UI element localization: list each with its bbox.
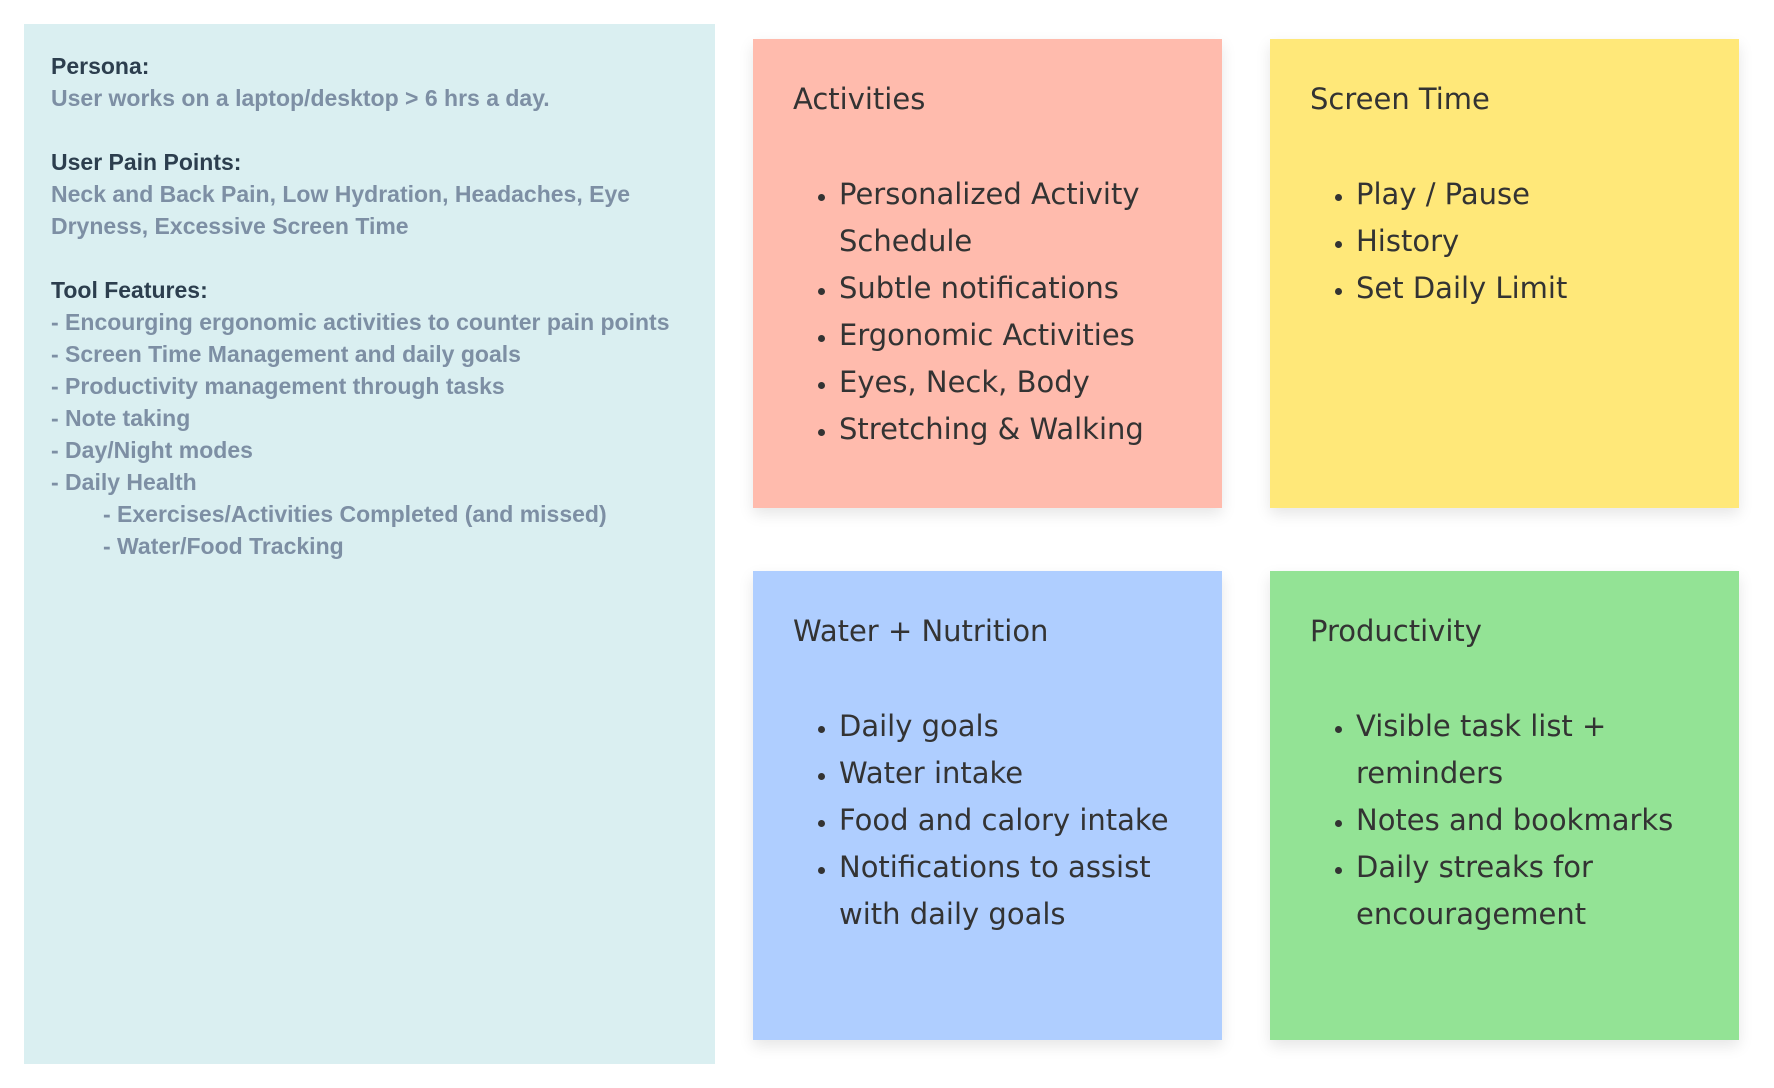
sticky-note-water-nutrition[interactable]: Water + Nutrition Daily goals Water inta…	[753, 571, 1222, 1040]
note-item: Daily goals	[839, 703, 1182, 750]
sticky-note-activities[interactable]: Activities Personalized Activity Schedul…	[753, 39, 1222, 508]
pain-points-text: Neck and Back Pain, Low Hydration, Heada…	[51, 181, 631, 239]
note-item: Notifications to assist with daily goals	[839, 844, 1182, 938]
note-item: Daily streaks for encouragement	[1356, 844, 1699, 938]
persona-text: User works on a laptop/desktop > 6 hrs a…	[51, 85, 550, 111]
feature-item: - Screen Time Management and daily goals	[51, 341, 521, 367]
note-item: Visible task list + reminders	[1356, 703, 1699, 797]
note-list: Personalized Activity Schedule Subtle no…	[793, 171, 1182, 453]
note-title: Activities	[793, 82, 926, 116]
persona-panel: Persona: User works on a laptop/desktop …	[24, 24, 715, 1064]
note-item: Notes and bookmarks	[1356, 797, 1699, 844]
note-title: Screen Time	[1310, 82, 1490, 116]
feature-subitem: - Exercises/Activities Completed (and mi…	[103, 501, 607, 527]
feature-subitem: - Water/Food Tracking	[103, 533, 344, 559]
note-item: Water intake	[839, 750, 1182, 797]
note-item: Set Daily Limit	[1356, 265, 1699, 312]
note-item: Subtle notifications	[839, 265, 1182, 312]
sticky-note-screen-time[interactable]: Screen Time Play / Pause History Set Dai…	[1270, 39, 1739, 508]
note-title: Productivity	[1310, 614, 1482, 648]
note-item: Food and calory intake	[839, 797, 1182, 844]
note-item: Play / Pause	[1356, 171, 1699, 218]
note-item: Ergonomic Activities	[839, 312, 1182, 359]
feature-item: - Encourging ergonomic activities to cou…	[51, 309, 670, 335]
sticky-note-productivity[interactable]: Productivity Visible task list + reminde…	[1270, 571, 1739, 1040]
persona-heading: Persona:	[51, 53, 150, 79]
tool-features-heading: Tool Features:	[51, 277, 208, 303]
note-title: Water + Nutrition	[793, 614, 1049, 648]
note-item: History	[1356, 218, 1699, 265]
note-list: Play / Pause History Set Daily Limit	[1310, 171, 1699, 312]
feature-item: - Daily Health	[51, 469, 197, 495]
note-item: Personalized Activity Schedule	[839, 171, 1182, 265]
note-item: Eyes, Neck, Body	[839, 359, 1182, 406]
pain-points-heading: User Pain Points:	[51, 149, 242, 175]
feature-item: - Productivity management through tasks	[51, 373, 505, 399]
note-item: Stretching & Walking	[839, 406, 1182, 453]
feature-item: - Day/Night modes	[51, 437, 253, 463]
feature-item: - Note taking	[51, 405, 191, 431]
note-list: Visible task list + reminders Notes and …	[1310, 703, 1699, 938]
note-list: Daily goals Water intake Food and calory…	[793, 703, 1182, 938]
